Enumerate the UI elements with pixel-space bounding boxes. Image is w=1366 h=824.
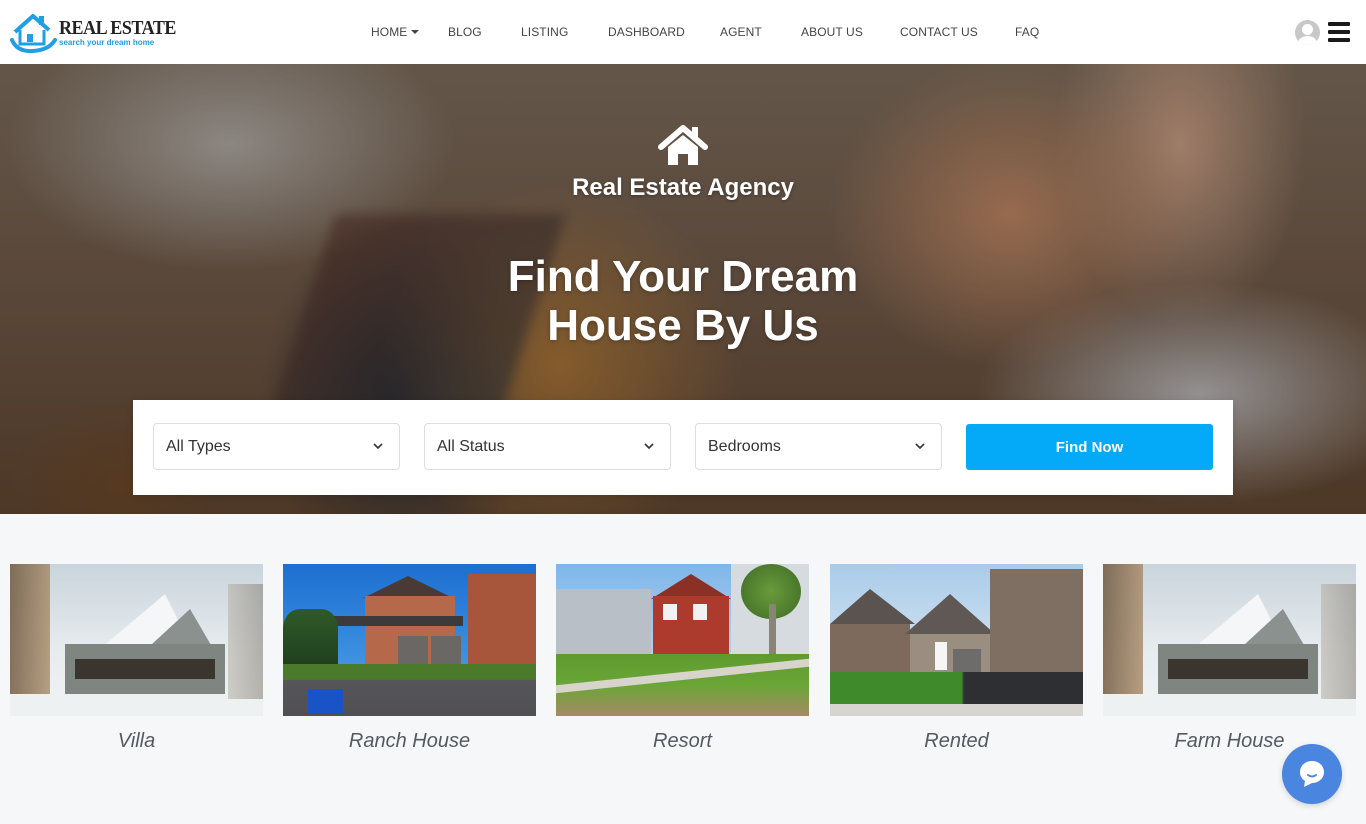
headline-line-1: Find Your Dream (507, 252, 859, 301)
chevron-down-icon (915, 443, 925, 450)
farm-house-image (1103, 564, 1356, 716)
property-type-card-villa[interactable]: Villa (10, 564, 263, 753)
site-logo[interactable]: REAL ESTATE search your dream home (9, 10, 176, 54)
nav-dashboard[interactable]: DASHBOARD (608, 25, 685, 39)
user-avatar-icon[interactable] (1295, 20, 1320, 45)
property-type-label: Rented (924, 730, 989, 752)
nav-faq[interactable]: FAQ (1015, 25, 1039, 39)
chevron-down-icon (644, 443, 654, 450)
nav-about-us[interactable]: ABOUT US (801, 25, 863, 39)
property-type-label: Ranch House (348, 730, 471, 752)
house-logo-icon (9, 10, 57, 54)
resort-image (556, 564, 809, 716)
caret-down-icon (411, 30, 420, 34)
property-type-card-resort[interactable]: Resort (556, 564, 809, 753)
bedrooms-select-value: Bedrooms (708, 437, 781, 455)
property-search-form: All Types All Status Bedrooms Find Now (133, 400, 1233, 495)
nav-listing[interactable]: LISTING (521, 25, 568, 39)
type-select[interactable]: All Types (153, 423, 400, 470)
type-select-value: All Types (166, 437, 231, 455)
nav-agent[interactable]: AGENT (720, 25, 762, 39)
property-type-card-ranch-house[interactable]: Ranch House (283, 564, 536, 753)
home-icon (657, 123, 709, 167)
logo-tagline: search your dream home (59, 37, 155, 47)
chevron-down-icon (373, 443, 383, 450)
property-type-card-rented[interactable]: Rented (830, 564, 1083, 753)
headline-line-2: House By Us (547, 301, 819, 350)
site-header: REAL ESTATE search your dream home HOME … (0, 0, 1366, 64)
logo-title: REAL ESTATE (59, 16, 176, 39)
nav-home-label: HOME (371, 25, 408, 39)
ranch-house-image (283, 564, 536, 716)
chat-bubble-icon (1300, 761, 1324, 787)
bedrooms-select[interactable]: Bedrooms (695, 423, 942, 470)
property-type-card-farm-house[interactable]: Farm House (1103, 564, 1356, 753)
agency-title: Real Estate Agency (572, 174, 794, 201)
nav-contact-us[interactable]: CONTACT US (900, 25, 978, 39)
hero-headline: Find Your Dream House By Us (0, 252, 1366, 350)
find-now-button[interactable]: Find Now (966, 424, 1213, 470)
rented-image (830, 564, 1083, 716)
property-type-label: Villa (117, 730, 156, 752)
hamburger-menu-icon[interactable] (1328, 22, 1350, 42)
status-select[interactable]: All Status (424, 423, 671, 470)
villa-image (10, 564, 263, 716)
nav-blog[interactable]: BLOG (448, 25, 482, 39)
nav-home[interactable]: HOME (371, 25, 420, 39)
property-type-label: Resort (653, 730, 712, 752)
chat-widget-button[interactable] (1282, 744, 1342, 804)
status-select-value: All Status (437, 437, 505, 455)
